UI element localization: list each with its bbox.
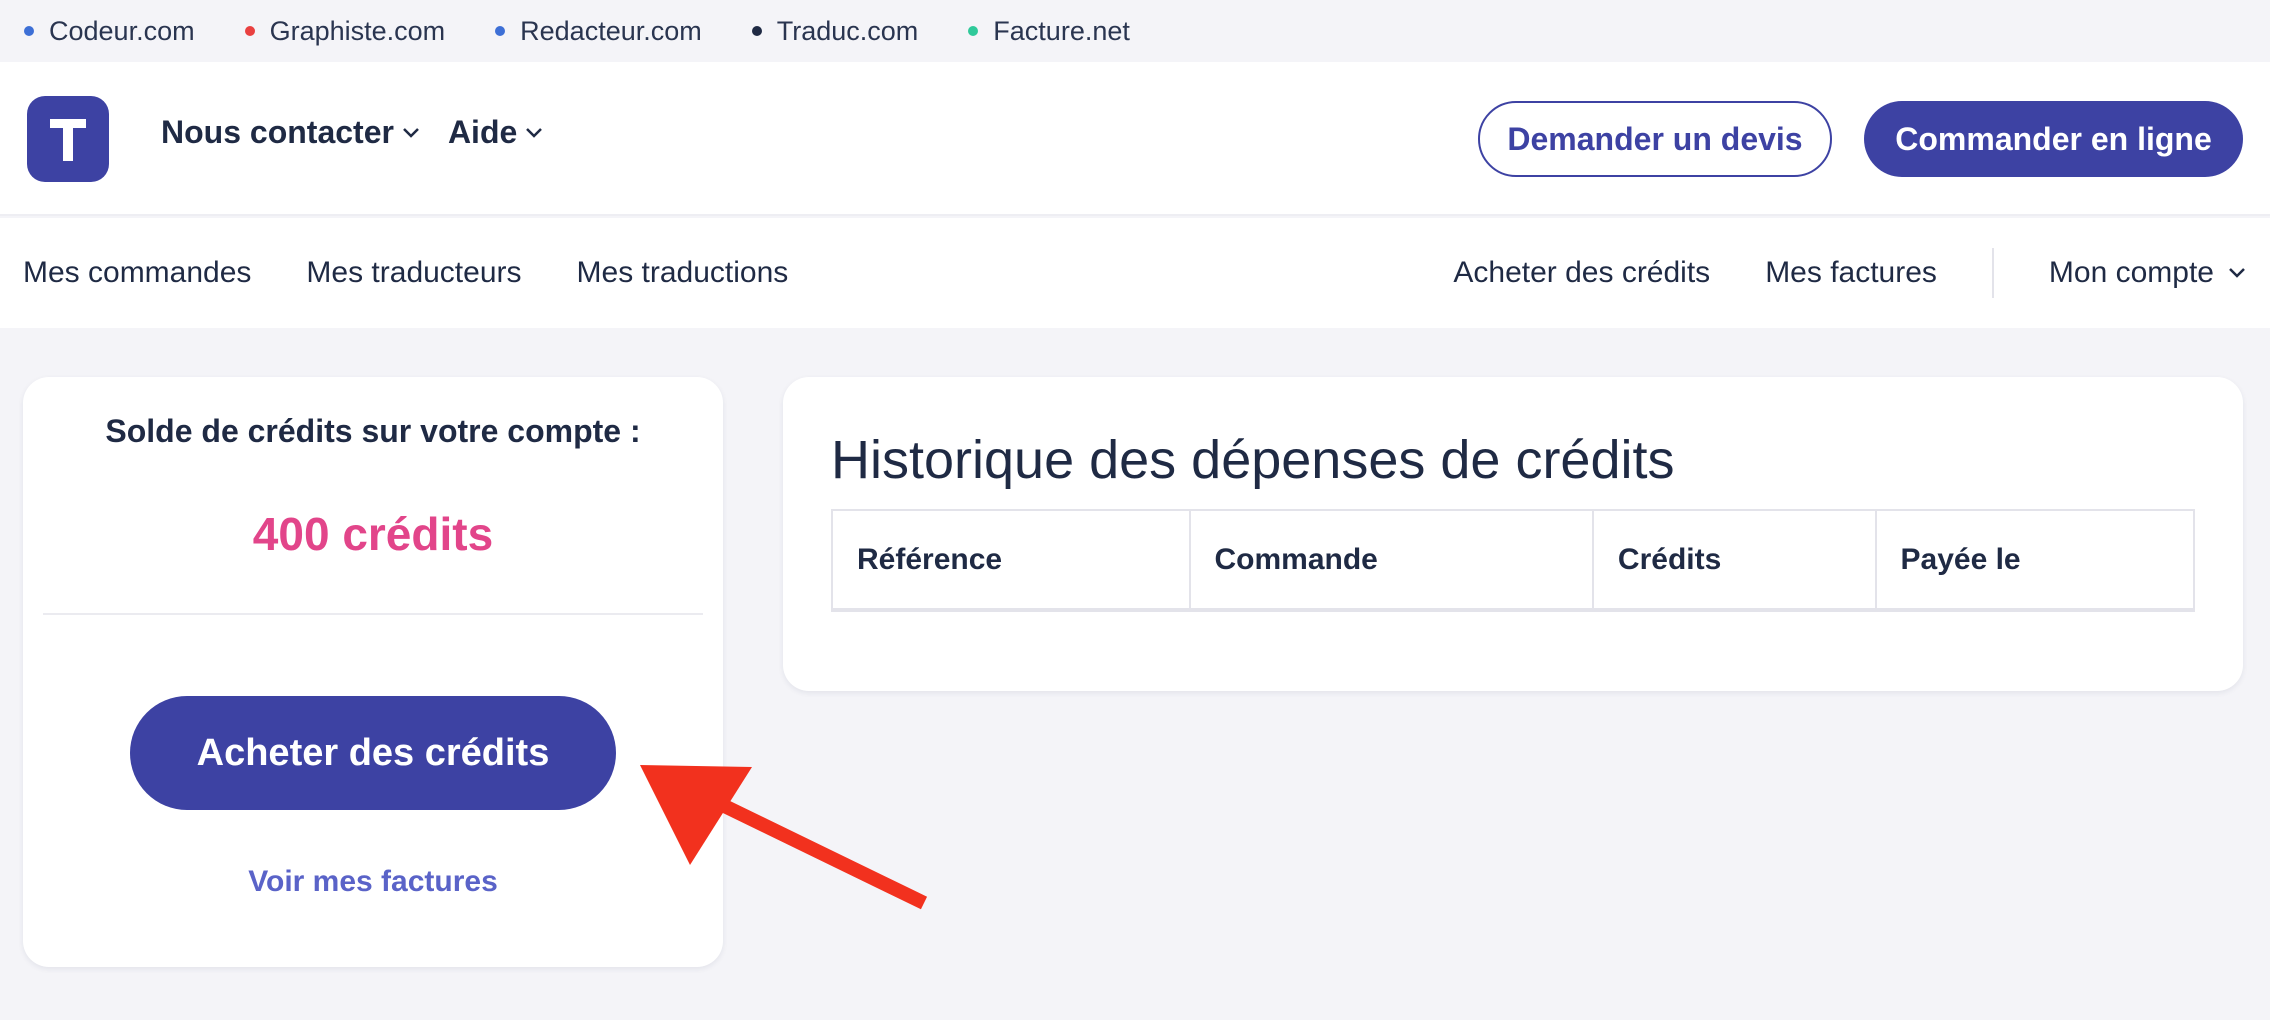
balance-value: 400 crédits bbox=[252, 508, 494, 560]
credit-balance-card: Solde de crédits sur votre compte : 400 … bbox=[23, 377, 723, 967]
balance-label: Solde de crédits sur votre compte : bbox=[105, 413, 641, 449]
column-reference: Référence bbox=[831, 509, 1191, 612]
network-label: Facture.net bbox=[993, 15, 1130, 46]
table-header-row: Référence Commande Crédits Payée le bbox=[831, 509, 2196, 612]
column-credits: Crédits bbox=[1591, 509, 1877, 612]
view-invoices-link[interactable]: Voir mes factures bbox=[23, 865, 723, 899]
network-link-codeur[interactable]: Codeur.com bbox=[24, 16, 195, 47]
network-dot bbox=[24, 26, 34, 36]
order-online-button[interactable]: Commander en ligne bbox=[1864, 101, 2243, 177]
buy-credits-button[interactable]: Acheter des crédits bbox=[130, 696, 616, 810]
nav-contact[interactable]: Nous contacter bbox=[161, 114, 420, 151]
subnav-my-invoices[interactable]: Mes factures bbox=[1765, 256, 1937, 290]
my-account-label: Mon compte bbox=[2048, 256, 2214, 289]
network-dot bbox=[968, 26, 979, 36]
my-account-menu[interactable]: Mon compte bbox=[2049, 256, 2246, 290]
network-label: Codeur.com bbox=[49, 15, 195, 46]
network-link-redacteur[interactable]: Redacteur.com bbox=[495, 16, 702, 47]
network-dot bbox=[751, 26, 762, 36]
chevron-down-icon bbox=[525, 127, 543, 139]
history-table: Référence Commande Crédits Payée le bbox=[831, 509, 2196, 612]
network-link-traduc[interactable]: Traduc.com bbox=[751, 15, 919, 47]
traduc-logo[interactable] bbox=[27, 96, 109, 182]
chevron-down-icon bbox=[402, 127, 420, 139]
nav-contact-label: Nous contacter bbox=[161, 114, 394, 150]
subnav-buy-credits[interactable]: Acheter des crédits bbox=[1453, 256, 1710, 290]
credit-history-card: Historique des dépenses de crédits Référ… bbox=[783, 377, 2243, 691]
subnav-divider bbox=[1991, 248, 1994, 298]
divider bbox=[43, 613, 703, 615]
header-nav: Nous contacter Aide bbox=[161, 114, 571, 151]
subnav-my-translators[interactable]: Mes traducteurs bbox=[306, 256, 521, 290]
nav-help-label: Aide bbox=[447, 114, 518, 150]
request-quote-button[interactable]: Demander un devis bbox=[1478, 101, 1832, 177]
column-order: Commande bbox=[1188, 509, 1594, 612]
network-label: Graphiste.com bbox=[269, 15, 446, 46]
network-link-facture[interactable]: Facture.net bbox=[968, 16, 1130, 47]
subnav-my-orders[interactable]: Mes commandes bbox=[23, 256, 251, 290]
account-subnav: Mes commandes Mes traducteurs Mes traduc… bbox=[0, 218, 2270, 328]
network-link-graphiste[interactable]: Graphiste.com bbox=[244, 15, 446, 47]
network-label: Traduc.com bbox=[776, 15, 919, 46]
network-bar: Codeur.com Graphiste.com Redacteur.com T… bbox=[0, 0, 2270, 62]
logo-letter-icon bbox=[50, 119, 86, 161]
network-label: Redacteur.com bbox=[520, 15, 702, 46]
nav-help[interactable]: Aide bbox=[448, 114, 543, 151]
network-dot bbox=[244, 26, 255, 36]
annotation-arrow-icon bbox=[640, 765, 928, 910]
subnav-my-translations[interactable]: Mes traductions bbox=[577, 256, 789, 290]
network-dot bbox=[495, 26, 506, 36]
chevron-down-icon bbox=[2228, 267, 2246, 279]
history-title: Historique des dépenses de crédits bbox=[831, 430, 1675, 490]
site-header: Nous contacter Aide Demander un devis Co… bbox=[0, 62, 2270, 216]
column-paid-on: Payée le bbox=[1874, 509, 2196, 612]
